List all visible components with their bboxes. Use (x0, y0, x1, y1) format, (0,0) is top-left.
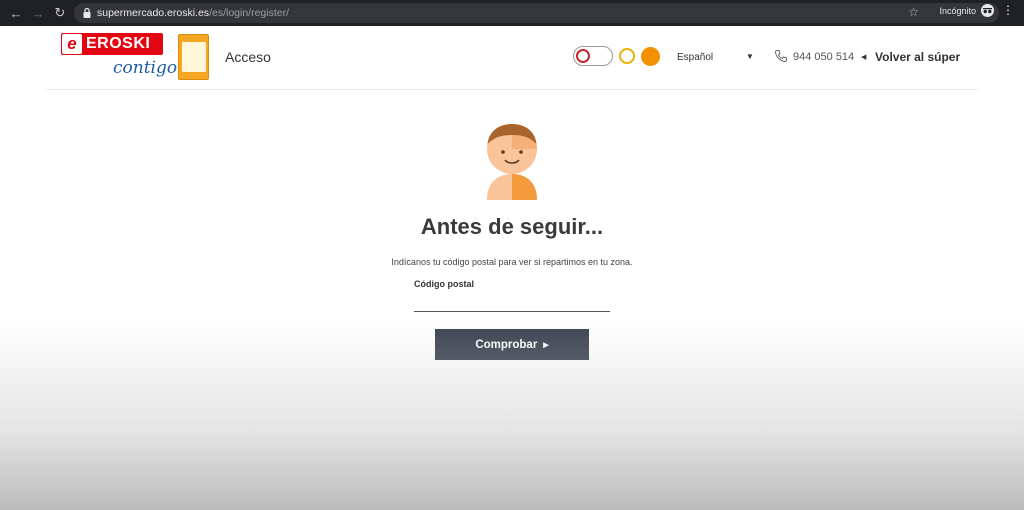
forward-arrow-icon[interactable]: → (27, 2, 49, 24)
logo-brand: EROSKI (86, 35, 151, 52)
incognito-icon (981, 4, 994, 17)
url-host: supermercado.eroski.es (97, 7, 210, 19)
back-to-store-link[interactable]: Volver al súper (875, 50, 960, 64)
browser-menu-icon[interactable]: ⋮ (1002, 3, 1014, 17)
incognito-indicator[interactable]: Incógnito (939, 4, 994, 17)
eroski-logo[interactable]: e EROSKI (61, 33, 163, 55)
logo-e-mark: e (62, 34, 82, 54)
certification-badge-icon (573, 46, 613, 66)
back-triangle-icon: ◀ (861, 54, 867, 61)
address-bar[interactable]: supermercado.eroski.es/es/login/register… (74, 3, 999, 23)
main-heading: Antes de seguir... (420, 214, 604, 239)
postal-code-label: Código postal (414, 279, 474, 289)
user-avatar-icon (486, 122, 538, 200)
reload-icon[interactable]: ↻ (49, 2, 71, 24)
browser-toolbar: ← → ↻ supermercado.eroski.es/es/login/re… (0, 0, 1024, 26)
header-divider (46, 89, 978, 90)
phone-icon (774, 49, 788, 63)
check-button[interactable]: Comprobar ▶ (435, 329, 589, 360)
page-title: Acceso (225, 49, 271, 65)
phone-number[interactable]: 944 050 514 (793, 51, 854, 63)
orange-seal-icon (641, 46, 660, 66)
play-arrow-icon: ▶ (543, 341, 549, 349)
bookmark-star-icon[interactable]: ☆ (908, 5, 919, 19)
url-path: /es/login/register/ (209, 7, 290, 19)
chevron-down-icon[interactable]: ▼ (746, 52, 754, 61)
award-badge-icon (178, 34, 209, 80)
logo-tagline: contigo (113, 58, 178, 78)
back-arrow-icon[interactable]: ← (5, 2, 27, 24)
instruction-text: Indícanos tu código postal para ver si r… (391, 257, 633, 267)
postal-code-input[interactable] (414, 292, 610, 312)
incognito-label: Incógnito (939, 5, 976, 16)
check-button-label: Comprobar (475, 338, 538, 351)
lock-icon (82, 8, 92, 18)
certification-badges (573, 46, 660, 66)
language-select[interactable]: Español (677, 52, 713, 63)
quality-seal-icon (619, 48, 635, 64)
